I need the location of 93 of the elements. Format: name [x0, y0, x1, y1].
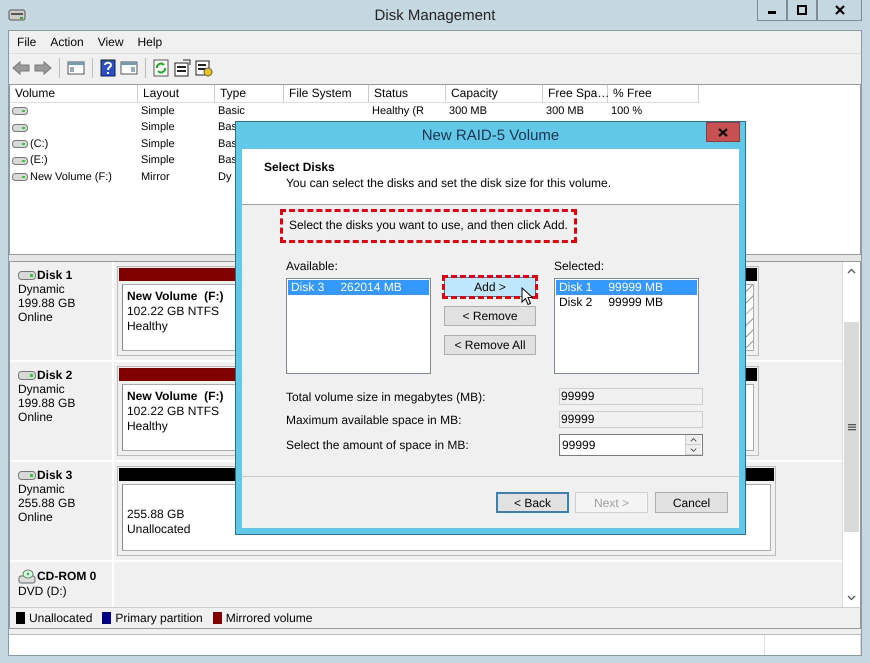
column-header[interactable]: Volume [10, 84, 138, 103]
legend-label: Mirrored volume [226, 611, 312, 626]
disk-info: 199.88 GB [18, 296, 76, 310]
disk-info: Online [18, 310, 54, 324]
table-cell-text: 300 MB [448, 104, 488, 119]
table-cell-text: Simple [140, 120, 176, 136]
disk-info: Online [18, 410, 54, 424]
menu-item[interactable]: Help [138, 34, 170, 49]
dialog-title: New RAID-5 Volume [422, 127, 560, 144]
window-title: Disk Management [374, 6, 496, 24]
partition-title: New Volume (F:) [127, 289, 224, 304]
field-label: Select the amount of space in MB: [286, 438, 470, 452]
disk-name: Disk 3 [37, 468, 72, 482]
menu-item[interactable]: Action [50, 34, 92, 49]
list-item[interactable]: Disk 2 99999 MB [556, 295, 697, 310]
disk-info: 255.88 GB [18, 496, 76, 510]
list-label: Available: [286, 259, 339, 273]
column-header[interactable]: Status [369, 84, 446, 103]
table-cell-text: Basic [217, 104, 246, 119]
partition-info: 102.22 GB NTFS [127, 304, 220, 320]
minimize-button[interactable] [757, 0, 787, 21]
forward-icon[interactable] [34, 60, 52, 76]
section-heading: Select Disks [264, 160, 336, 174]
column-header[interactable]: Type [215, 84, 284, 103]
disk-info: 199.88 GB [18, 396, 76, 410]
wizard-button[interactable]: < Back [496, 492, 569, 513]
drive-icon [12, 122, 28, 133]
menu-item[interactable]: File [17, 34, 44, 49]
field-label: Maximum available space in MB: [286, 412, 462, 426]
table-cell-text: (C:) [30, 136, 48, 152]
properties-icon[interactable] [173, 58, 191, 77]
settings-icon[interactable] [195, 58, 213, 77]
table-cell-text: (E:) [30, 153, 48, 168]
partition-title: New Volume (F:) [127, 389, 224, 404]
legend-label: Unallocated [29, 611, 92, 626]
refresh-icon[interactable] [153, 58, 169, 77]
cd-drive-icon [18, 568, 36, 584]
table-cell-text: 100 % [610, 104, 644, 119]
cursor-icon [521, 287, 533, 306]
readonly-field: 99999 [559, 411, 703, 428]
transfer-button[interactable]: Add > [444, 277, 536, 297]
menu-item[interactable]: View [98, 34, 132, 49]
close-icon[interactable] [718, 128, 728, 136]
table-cell-text: Simple [140, 136, 176, 152]
table-cell-text: Simple [140, 104, 176, 119]
list-label: Selected: [554, 259, 606, 273]
disk-name: Disk 1 [37, 268, 72, 282]
panel-icon[interactable] [120, 60, 138, 76]
wizard-button[interactable]: Cancel [655, 492, 728, 513]
table-cell-text: 300 MB [545, 104, 585, 119]
disk-name: Disk 2 [37, 368, 72, 382]
disk-name: CD-ROM 0 [37, 569, 96, 584]
legend-label: Primary partition [115, 611, 203, 626]
section-description: You can select the disks and set the disk size for this volume. [286, 176, 612, 190]
column-header[interactable]: % Free [608, 84, 699, 103]
column-header[interactable]: File System [284, 84, 369, 103]
partition-info: 102.22 GB NTFS [127, 404, 220, 420]
table-cell-text: Mirror [140, 170, 171, 185]
disk-info: Dynamic [18, 382, 66, 396]
close-button[interactable] [817, 0, 862, 21]
column-header[interactable]: Layout [138, 84, 215, 103]
readonly-field: 99999 [559, 388, 703, 405]
disk-info: Dynamic [18, 282, 66, 296]
partition-info: 255.88 GB [127, 507, 184, 522]
table-cell-text: New Volume (F:) [30, 170, 112, 185]
back-icon[interactable] [12, 60, 30, 76]
app-icon [8, 7, 26, 23]
partition-info: Unallocated [127, 522, 190, 538]
instruction-text: Select the disks you want to use, and then click Add. [280, 209, 577, 243]
maximize-icon [797, 5, 807, 15]
disk-info: Dynamic [18, 482, 66, 496]
disk-info: DVD (D:) [18, 584, 68, 598]
transfer-button[interactable]: < Remove [444, 306, 536, 326]
drive-icon [12, 156, 28, 166]
table-cell-text: Simple [140, 153, 176, 168]
close-icon [834, 5, 844, 15]
help-icon[interactable] [100, 58, 116, 77]
column-header[interactable]: Capacity [446, 84, 543, 103]
field-label: Total volume size in megabytes (MB): [286, 390, 486, 404]
partition-info: Healthy [127, 319, 168, 334]
drive-icon [12, 106, 28, 116]
partition-info: Healthy [127, 419, 168, 434]
maximize-button[interactable] [787, 0, 817, 21]
drive-icon [12, 172, 28, 182]
vertical-scrollbar[interactable] [842, 262, 860, 608]
drive-icon [12, 139, 28, 150]
transfer-button[interactable]: < Remove All [444, 335, 536, 355]
disk-info: Online [18, 510, 54, 524]
grip-icon[interactable] [848, 423, 856, 432]
table-cell-text: Dy [217, 170, 232, 185]
panel-icon[interactable] [67, 60, 85, 76]
column-header[interactable]: Free Spa… [543, 84, 608, 103]
table-cell-text: Healthy (R [371, 104, 425, 119]
